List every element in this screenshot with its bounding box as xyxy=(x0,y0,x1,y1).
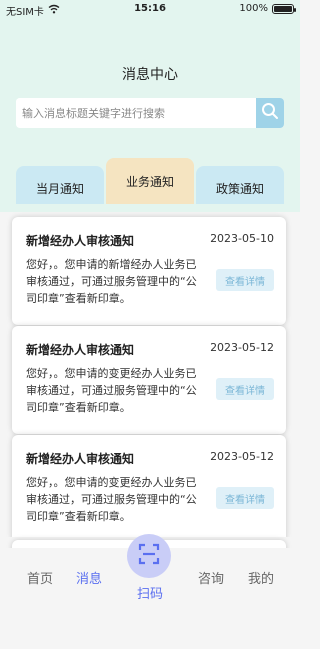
nav-mine[interactable]: 我的 xyxy=(241,568,281,587)
page-title: 消息中心 xyxy=(122,67,178,83)
notification-card[interactable]: 新增经办人审核通知 2023-05-12 您好，。您申请的变更经办人业务已审核通… xyxy=(12,326,286,434)
search-button[interactable] xyxy=(256,98,284,128)
view-details-button[interactable]: 查看详情 xyxy=(216,378,274,400)
notification-title: 新增经办人审核通知 xyxy=(26,452,135,466)
view-details-button[interactable]: 查看详情 xyxy=(216,269,274,291)
battery-icon xyxy=(272,3,296,14)
bottom-nav: 首页 消息 扫码 咨询 我的 xyxy=(0,534,300,649)
search-icon xyxy=(261,102,279,124)
tab-bar: 当月通知 业务通知 政策通知 xyxy=(16,158,284,204)
notification-card[interactable]: 新增经办人审核通知 2023-05-12 您好，。您申请的变更经办人业务已审核通… xyxy=(12,435,286,537)
notification-date: 2023-05-10 xyxy=(210,232,274,245)
status-bar: 无SIM卡 15:16 100% xyxy=(0,0,300,18)
notification-card[interactable]: 新增经办人审核通知 2023-05-10 您好，。您申请的新增经办人业务已审核通… xyxy=(12,217,286,325)
notification-date: 2023-05-12 xyxy=(210,450,274,463)
notification-body: 您好，。您申请的变更经办人业务已审核通过，可通过服务管理中的“公司印章”查看新印… xyxy=(26,367,197,414)
tab-policy[interactable]: 政策通知 xyxy=(196,166,284,204)
search-input[interactable] xyxy=(16,98,252,128)
nav-consult[interactable]: 咨询 xyxy=(191,568,231,587)
battery-percent: 100% xyxy=(239,3,268,14)
search-bar xyxy=(16,98,284,128)
notification-body: 您好，。您申请的新增经办人业务已审核通过，可通过服务管理中的“公司印章”查看新印… xyxy=(26,258,197,305)
notification-date: 2023-05-12 xyxy=(210,341,274,354)
notification-body: 您好，。您申请的变更经办人业务已审核通过，可通过服务管理中的“公司印章”查看新印… xyxy=(26,476,197,523)
notification-list: 新增经办人审核通知 2023-05-10 您好，。您申请的新增经办人业务已审核通… xyxy=(0,212,300,537)
notification-title: 新增经办人审核通知 xyxy=(26,343,135,357)
view-details-button[interactable]: 查看详情 xyxy=(216,487,274,509)
nav-home[interactable]: 首页 xyxy=(20,568,60,587)
nav-scan-label[interactable]: 扫码 xyxy=(130,583,170,602)
header-area: 无SIM卡 15:16 100% 消息中心 当月通知 业务通知 政策通知 xyxy=(0,0,300,212)
nav-messages[interactable]: 消息 xyxy=(69,568,109,587)
scan-icon xyxy=(138,543,160,569)
tab-monthly[interactable]: 当月通知 xyxy=(16,166,104,204)
scan-button[interactable] xyxy=(127,534,171,578)
tab-business[interactable]: 业务通知 xyxy=(106,158,194,204)
notification-title: 新增经办人审核通知 xyxy=(26,234,135,248)
